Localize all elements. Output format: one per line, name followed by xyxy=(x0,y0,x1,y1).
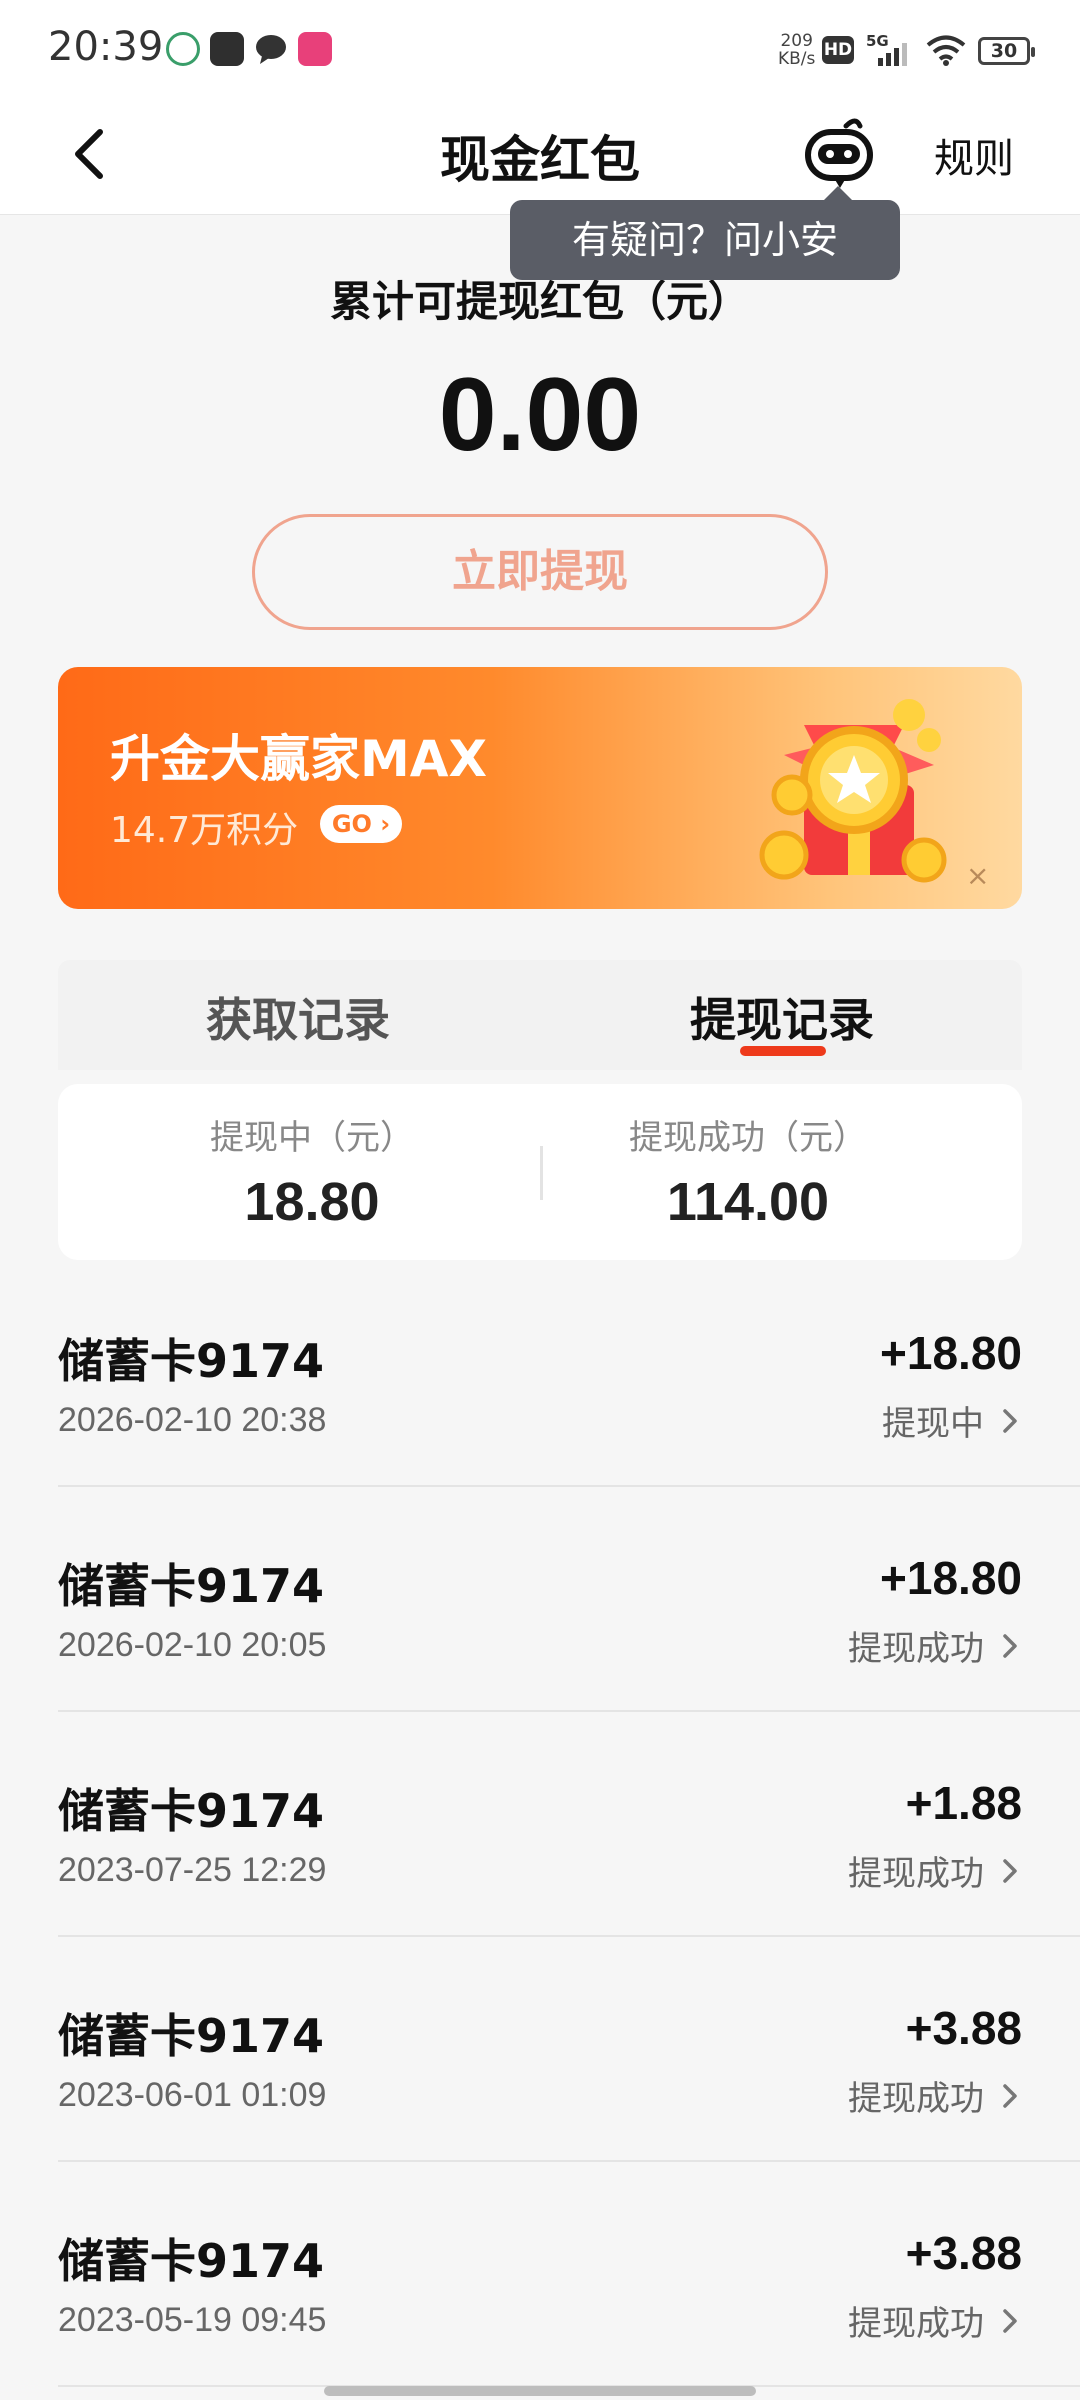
assistant-bot-icon[interactable] xyxy=(800,114,880,194)
record-status[interactable]: 提现成功 xyxy=(848,2296,1022,2345)
active-tab-indicator xyxy=(740,1046,826,1056)
success-label: 提现成功（元） xyxy=(629,1118,867,1158)
chevron-right-icon xyxy=(1003,1633,1017,1658)
record-row[interactable]: 储蓄卡9174 2026-02-10 20:38 +18.80 提现中 xyxy=(58,1262,1080,1487)
record-card: 储蓄卡9174 xyxy=(58,1334,325,1388)
banner-go-button[interactable]: GO › xyxy=(320,805,402,843)
record-date: 2026-02-10 20:38 xyxy=(58,1401,327,1439)
chevron-right-icon xyxy=(1003,1408,1017,1433)
gift-box-icon xyxy=(759,699,947,883)
record-row[interactable]: 储蓄卡9174 2026-02-10 20:05 +18.80 提现成功 xyxy=(58,1487,1080,1712)
tab-earn-records[interactable]: 获取记录 xyxy=(206,984,390,1050)
withdraw-summary-card: 提现中（元） 18.80 提现成功（元） 114.00 xyxy=(58,1084,1022,1260)
record-amount: +3.88 xyxy=(905,2227,1022,2279)
chevron-right-icon xyxy=(1003,2083,1017,2108)
home-indicator[interactable] xyxy=(324,2386,756,2396)
record-amount: +18.80 xyxy=(880,1552,1022,1604)
record-date: 2023-07-25 12:29 xyxy=(58,1851,327,1889)
assistant-tooltip[interactable]: 有疑问？问小安 xyxy=(510,186,900,280)
pending-value: 18.80 xyxy=(244,1172,380,1232)
hd-icon: HD xyxy=(822,36,854,64)
record-status[interactable]: 提现成功 xyxy=(848,1621,1022,1670)
chevron-right-icon xyxy=(1003,2308,1017,2333)
record-status-label: 提现成功 xyxy=(848,2079,984,2119)
success-summary: 提现成功（元） 114.00 xyxy=(538,1110,958,1233)
signal-5g-icon: 5G xyxy=(866,32,907,66)
record-card: 储蓄卡9174 xyxy=(58,2009,325,2063)
network-type: 5G xyxy=(866,32,889,50)
tab-withdraw-records[interactable]: 提现记录 xyxy=(690,984,874,1050)
banner-go-label: GO xyxy=(331,810,372,838)
shopping-notification-icon xyxy=(298,32,332,66)
record-status-label: 提现中 xyxy=(882,1404,984,1444)
page-title: 现金红包 xyxy=(440,131,640,189)
network-speed-value: 209 xyxy=(780,31,813,51)
record-status[interactable]: 提现成功 xyxy=(848,2071,1022,2120)
network-speed-unit: KB/s xyxy=(778,49,816,69)
record-row[interactable]: 储蓄卡9174 2023-07-25 12:29 +1.88 提现成功 xyxy=(58,1712,1080,1937)
withdraw-record-list: 储蓄卡9174 2026-02-10 20:38 +18.80 提现中 储蓄卡9… xyxy=(0,1262,1080,2387)
record-row[interactable]: 储蓄卡9174 2023-05-19 09:45 +3.88 提现成功 xyxy=(58,2162,1080,2387)
network-speed: 209 KB/s xyxy=(778,32,815,68)
record-status[interactable]: 提现中 xyxy=(882,1396,1022,1445)
record-date: 2026-02-10 20:05 xyxy=(58,1626,327,1664)
rules-link[interactable]: 规则 xyxy=(934,126,1014,184)
record-status-label: 提现成功 xyxy=(848,1854,984,1894)
record-status-label: 提现成功 xyxy=(848,1629,984,1669)
record-amount: +3.88 xyxy=(905,2002,1022,2054)
record-date: 2023-05-19 09:45 xyxy=(58,2301,327,2339)
record-status-label: 提现成功 xyxy=(848,2304,984,2344)
record-card: 储蓄卡9174 xyxy=(58,1559,325,1613)
record-card: 储蓄卡9174 xyxy=(58,1784,325,1838)
alipay-notification-icon xyxy=(210,32,244,66)
record-date: 2023-06-01 01:09 xyxy=(58,2076,327,2114)
banner-title: 升金大赢家MAX xyxy=(110,730,488,788)
battery-icon: 30 xyxy=(978,37,1035,65)
message-notification-icon xyxy=(256,35,286,64)
record-tabs: 获取记录 提现记录 xyxy=(58,960,1022,1070)
status-bar: 20:39 209 KB/s HD 5G 30 xyxy=(0,0,1080,100)
pending-summary: 提现中（元） 18.80 xyxy=(102,1110,522,1233)
balance-amount: 0.00 xyxy=(438,357,642,473)
success-value: 114.00 xyxy=(666,1172,830,1232)
pending-label: 提现中（元） xyxy=(210,1118,414,1158)
record-card: 储蓄卡9174 xyxy=(58,2234,325,2288)
record-row[interactable]: 储蓄卡9174 2023-06-01 01:09 +3.88 提现成功 xyxy=(58,1937,1080,2162)
record-amount: +18.80 xyxy=(880,1327,1022,1379)
chevron-right-icon xyxy=(1003,1858,1017,1883)
status-time: 20:39 xyxy=(48,24,164,70)
record-amount: +1.88 xyxy=(905,1777,1022,1829)
withdraw-button[interactable]: 立即提现 xyxy=(252,514,828,630)
nav-header: 现金红包 规则 xyxy=(0,100,1080,215)
record-status[interactable]: 提现成功 xyxy=(848,1846,1022,1895)
promo-banner[interactable]: 升金大赢家MAX 14.7万积分 GO › × xyxy=(58,667,1022,909)
app-notification-icon xyxy=(166,32,200,66)
wifi-icon xyxy=(926,35,966,66)
banner-close-button[interactable]: × xyxy=(966,859,989,892)
banner-points: 14.7万积分 xyxy=(110,810,299,851)
